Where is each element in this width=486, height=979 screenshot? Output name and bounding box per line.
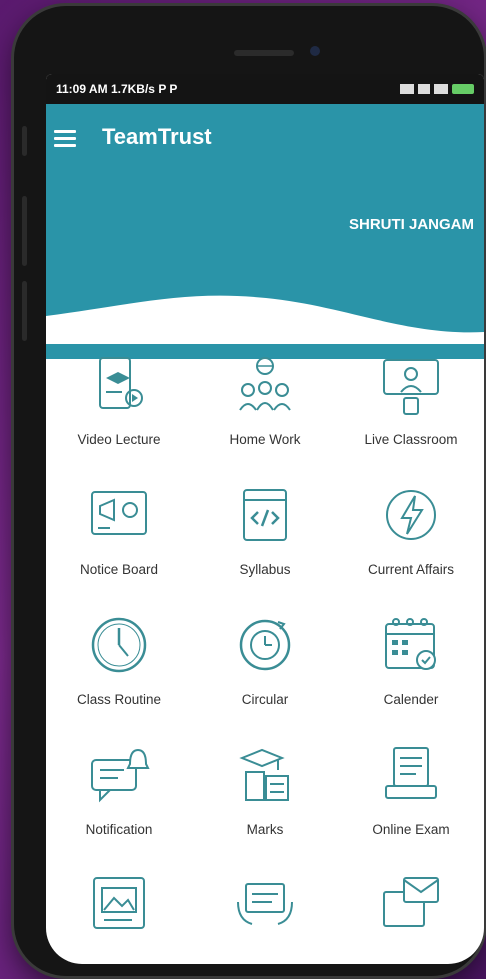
menu-tile-label: Circular	[241, 692, 289, 707]
menu-tile-calender[interactable]: Calender	[338, 604, 484, 734]
status-bar: 11:09 AM 1.7KB/s P P	[46, 74, 484, 104]
menu-tile-live-classroom[interactable]: Live Classroom	[338, 344, 484, 474]
menu-tile-label: Marks	[246, 822, 284, 837]
signal-icon	[400, 84, 414, 94]
status-time: 11:09 AM	[56, 82, 108, 96]
home-work-icon	[239, 357, 291, 411]
status-speed: 1.7KB/s	[110, 82, 155, 96]
menu-tile-notice-board[interactable]: Notice Board	[46, 474, 192, 604]
data-icon	[418, 84, 430, 94]
header-wave	[46, 295, 484, 344]
online-exam-icon	[385, 747, 437, 799]
menu-tile-label: Online Exam	[372, 822, 450, 837]
phone-frame: 11:09 AM 1.7KB/s P P TeamTrust SHRUTI JA…	[14, 6, 484, 976]
menu-tile-marks[interactable]: Marks	[192, 734, 338, 864]
app-screen: 11:09 AM 1.7KB/s P P TeamTrust SHRUTI JA…	[46, 74, 484, 964]
menu-tile-mail[interactable]	[338, 864, 484, 964]
status-extra: P P	[158, 82, 178, 96]
syllabus-icon	[243, 489, 287, 541]
calender-icon	[385, 618, 436, 670]
menu-tile-gallery[interactable]	[46, 864, 192, 964]
hamburger-menu-icon[interactable]	[54, 130, 76, 151]
circular-icon	[239, 619, 291, 671]
gallery-icon	[93, 877, 145, 929]
signal-icon	[434, 84, 448, 94]
menu-tile-label: Class Routine	[76, 692, 162, 707]
class-routine-icon	[91, 617, 147, 673]
menu-tile-class-routine[interactable]: Class Routine	[46, 604, 192, 734]
marks-icon	[239, 748, 289, 801]
speaker	[234, 50, 294, 56]
menu-tile-video-lecture[interactable]: Video Lecture	[46, 344, 192, 474]
menu-tile-label: Calender	[383, 692, 439, 707]
menu-tile-online-exam[interactable]: Online Exam	[338, 734, 484, 864]
menu-tile-label: Syllabus	[239, 562, 291, 577]
notice-board-icon	[91, 491, 147, 535]
menu-tile-circular[interactable]: Circular	[192, 604, 338, 734]
user-name: SHRUTI JANGAM	[348, 216, 474, 233]
menu-tile-syllabus[interactable]: Syllabus	[192, 474, 338, 604]
notification-icon	[91, 748, 150, 803]
live-classroom-icon	[383, 359, 439, 415]
menu-tile-label: Home Work	[229, 432, 301, 447]
menu-tile-tablet[interactable]	[192, 864, 338, 964]
tablet-icon	[237, 883, 293, 925]
menu-tile-label: Live Classroom	[364, 432, 458, 447]
volume-button	[22, 196, 27, 266]
app-title: TeamTrust	[102, 124, 212, 149]
power-button	[22, 281, 27, 341]
current-affairs-icon	[386, 490, 436, 540]
battery-icon	[452, 84, 474, 94]
menu-tile-label: Current Affairs	[367, 562, 455, 577]
front-camera	[310, 46, 320, 56]
menu-tile-home-work[interactable]: Home Work	[192, 344, 338, 474]
volume-button	[22, 126, 27, 156]
menu-tile-label: Video Lecture	[77, 432, 161, 447]
menu-grid: Video Lecture Home Work Live Classroom Noti…	[46, 344, 484, 964]
menu-tile-notification[interactable]: Notification	[46, 734, 192, 864]
menu-tile-label: Notice Board	[79, 562, 159, 577]
mail-icon	[383, 877, 439, 927]
video-lecture-icon	[99, 357, 143, 409]
menu-tile-current-affairs[interactable]: Current Affairs	[338, 474, 484, 604]
menu-tile-label: Notification	[85, 822, 153, 837]
